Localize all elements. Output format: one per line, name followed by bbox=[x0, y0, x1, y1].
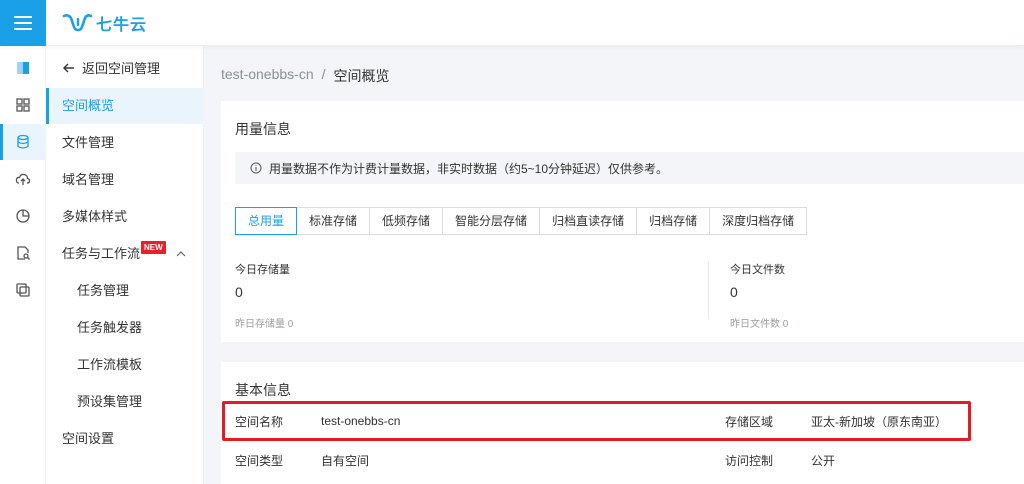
storage-stat: 今日存储量 0 昨日存储量 0 bbox=[235, 261, 293, 330]
files-stat-value: 0 bbox=[730, 284, 738, 300]
sidebar-item-domain-management[interactable]: 域名管理 bbox=[46, 162, 204, 198]
arrow-left-icon bbox=[63, 63, 74, 72]
sidebar-item-file-management[interactable]: 文件管理 bbox=[46, 125, 204, 161]
breadcrumb-separator: / bbox=[321, 66, 326, 82]
sidebar-item-label: 空间设置 bbox=[62, 431, 115, 446]
sidebar-item-label: 空间概览 bbox=[62, 98, 115, 113]
stat-divider bbox=[708, 261, 709, 319]
access-control-label: 访问控制 bbox=[725, 453, 774, 468]
sidebar-item-overview[interactable]: 空间概览 bbox=[46, 88, 204, 124]
storage-class-tabs: 总用量 标准存储 低频存储 智能分层存储 归档直读存储 归档存储 深度归档存储 bbox=[235, 207, 808, 235]
sidebar-item-label: 任务与工作流 bbox=[62, 246, 141, 261]
tab-archive-storage[interactable]: 归档存储 bbox=[637, 207, 711, 235]
icon-rail bbox=[0, 46, 46, 484]
bucket-type-value: 自有空间 bbox=[321, 453, 370, 468]
region-label: 存储区域 bbox=[725, 414, 774, 429]
storage-stat-label: 今日存储量 bbox=[235, 264, 290, 276]
rail-storage-cube-icon[interactable] bbox=[0, 50, 46, 86]
bucket-name-label: 空间名称 bbox=[235, 414, 284, 429]
sidebar-item-label: 域名管理 bbox=[62, 172, 115, 187]
main-content: test-onebbs-cn / 空间概览 用量信息 用量数据不作为计费计量数据… bbox=[204, 46, 1024, 484]
sidebar-item-label: 多媒体样式 bbox=[62, 209, 128, 224]
access-control-value: 公开 bbox=[811, 453, 836, 468]
usage-notice-text: 用量数据不作为计费计量数据，非实时数据（约5~10分钟延迟）仅供参考。 bbox=[269, 161, 669, 176]
sidebar: 返回空间管理 空间概览 文件管理 域名管理 多媒体样式 任务与工作流 NEW 任… bbox=[46, 46, 204, 484]
rail-cloud-upload-icon[interactable] bbox=[0, 161, 46, 197]
sidebar-item-workflow-templates[interactable]: 工作流模板 bbox=[46, 347, 204, 383]
basic-info-card: 基本信息 空间名称 test-onebbs-cn 存储区域 亚太-新加坡（原东南… bbox=[221, 362, 1024, 484]
files-stat: 今日文件数 0 昨日文件数 0 bbox=[730, 261, 788, 330]
tab-total-usage[interactable]: 总用量 bbox=[235, 207, 298, 235]
sidebar-item-media-styles[interactable]: 多媒体样式 bbox=[46, 199, 204, 235]
rail-database-icon[interactable] bbox=[0, 124, 46, 160]
info-row: 空间类型 自有空间 访问控制 公开 bbox=[235, 442, 1024, 478]
rail-pie-chart-icon[interactable] bbox=[0, 198, 46, 234]
files-stat-prev: 昨日文件数 0 bbox=[730, 319, 789, 330]
storage-stat-prev: 昨日存储量 0 bbox=[235, 319, 294, 330]
usage-title: 用量信息 bbox=[235, 121, 291, 137]
files-stat-label: 今日文件数 bbox=[730, 264, 785, 276]
back-to-bucket-list-link[interactable]: 返回空间管理 bbox=[62, 58, 160, 77]
rail-grid-icon[interactable] bbox=[0, 87, 46, 123]
sidebar-item-label: 工作流模板 bbox=[77, 357, 143, 372]
sidebar-item-task-triggers[interactable]: 任务触发器 bbox=[46, 310, 204, 346]
sidebar-item-task-management[interactable]: 任务管理 bbox=[46, 273, 204, 309]
breadcrumb-current: 空间概览 bbox=[333, 68, 390, 84]
sidebar-item-label: 任务管理 bbox=[77, 283, 130, 298]
storage-stat-value: 0 bbox=[235, 284, 243, 300]
sidebar-item-bucket-settings[interactable]: 空间设置 bbox=[46, 421, 204, 457]
tab-standard-storage[interactable]: 标准存储 bbox=[297, 207, 371, 235]
top-bar: 七牛云 bbox=[0, 0, 1024, 46]
rail-copy-icon[interactable] bbox=[0, 272, 46, 308]
sidebar-item-presets[interactable]: 预设集管理 bbox=[46, 384, 204, 420]
tab-archive-ir-storage[interactable]: 归档直读存储 bbox=[540, 207, 638, 235]
qiniu-logo-icon bbox=[62, 14, 92, 32]
basic-info-title: 基本信息 bbox=[235, 382, 291, 398]
chevron-up-icon[interactable] bbox=[176, 236, 186, 272]
logo-text: 七牛云 bbox=[96, 17, 148, 34]
tab-infrequent-storage[interactable]: 低频存储 bbox=[370, 207, 444, 235]
logo[interactable]: 七牛云 bbox=[62, 11, 147, 35]
info-row: 空间名称 test-onebbs-cn 存储区域 亚太-新加坡（原东南亚） bbox=[235, 403, 1024, 439]
sidebar-item-tasks-workflows[interactable]: 任务与工作流 NEW bbox=[46, 236, 204, 272]
breadcrumb: test-onebbs-cn / 空间概览 bbox=[221, 66, 390, 86]
usage-notice: 用量数据不作为计费计量数据，非实时数据（约5~10分钟延迟）仅供参考。 bbox=[235, 152, 1024, 184]
usage-card: 用量信息 用量数据不作为计费计量数据，非实时数据（约5~10分钟延迟）仅供参考。… bbox=[221, 101, 1024, 342]
sidebar-item-label: 文件管理 bbox=[62, 135, 115, 150]
breadcrumb-bucket-link[interactable]: test-onebbs-cn bbox=[221, 66, 314, 86]
back-label: 返回空间管理 bbox=[82, 61, 161, 76]
menu-icon[interactable] bbox=[0, 0, 46, 46]
tab-deep-archive-storage[interactable]: 深度归档存储 bbox=[710, 207, 808, 235]
rail-file-search-icon[interactable] bbox=[0, 235, 46, 271]
bucket-name-value: test-onebbs-cn bbox=[321, 414, 401, 428]
sidebar-item-label: 预设集管理 bbox=[77, 394, 143, 409]
bucket-type-label: 空间类型 bbox=[235, 453, 284, 468]
tab-intelligent-tiering[interactable]: 智能分层存储 bbox=[443, 207, 541, 235]
info-icon bbox=[250, 162, 262, 174]
sidebar-item-label: 任务触发器 bbox=[77, 320, 143, 335]
region-value: 亚太-新加坡（原东南亚） bbox=[811, 414, 947, 429]
new-badge: NEW bbox=[141, 241, 166, 254]
